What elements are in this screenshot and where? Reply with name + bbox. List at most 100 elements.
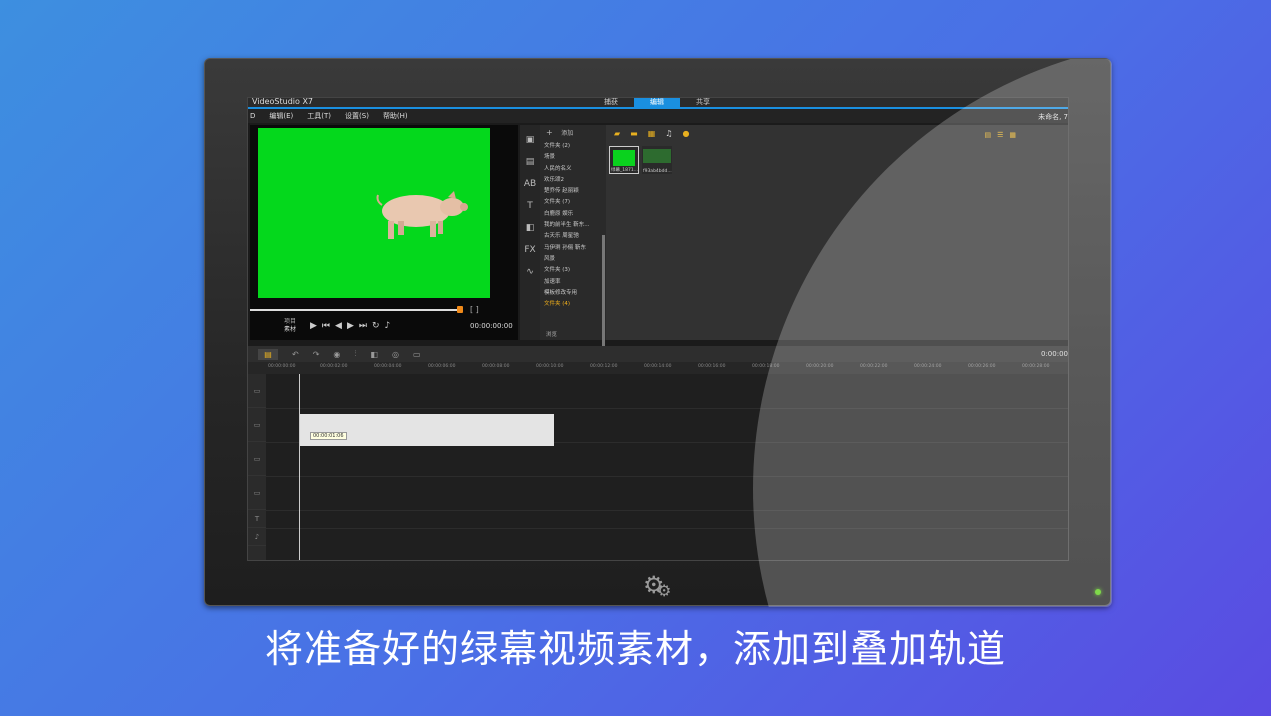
tab-edit[interactable]: 编辑 [634, 98, 680, 107]
add-folder-button[interactable]: + [546, 128, 553, 137]
folder-item[interactable]: 加速率 [540, 277, 606, 288]
photo-filter-icon[interactable]: ▦ [648, 129, 656, 138]
folder-item[interactable]: 模板修改专用 [540, 288, 606, 299]
add-label[interactable]: 添加 [561, 130, 573, 137]
audio-filter-icon[interactable]: ♫ [665, 129, 672, 138]
track-row[interactable] [266, 476, 1068, 477]
caption-text: 将准备好的绿幕视频素材，添加到叠加轨道 [264, 627, 1006, 671]
preview-player: [ ] 项目 素材 ▶ ⏮ ◀ ▶ ⏭ ↻ ♪ 00:00:00:00 [250, 125, 518, 340]
step-forward-icon[interactable]: ▶ [347, 321, 354, 331]
thumb-label: 绿幕_1871... [611, 168, 638, 173]
track-row[interactable] [266, 510, 1068, 511]
media-icon[interactable]: ▣ [523, 135, 537, 147]
folder-item[interactable]: 楚乔传 赵丽颖 [540, 186, 606, 197]
project-clip-toggle[interactable]: 项目 素材 [284, 318, 296, 334]
timecode-display[interactable]: 00:00:00:00 [470, 322, 513, 330]
timeline-tracks: ▭ ▭ ▭ ▭ T ♪ 00:00:01:06 [248, 374, 1068, 560]
folder-item[interactable]: 文件夹 (2) [540, 141, 606, 152]
folder-item[interactable]: 白鹿原 娱乐 [540, 209, 606, 220]
skip-start-icon[interactable]: ⏮ [322, 321, 330, 331]
subtitle-icon[interactable]: ▭ [413, 350, 421, 359]
scrub-handle[interactable] [457, 306, 463, 313]
skip-end-icon[interactable]: ⏭ [359, 321, 367, 331]
repeat-icon[interactable]: ↻ [372, 321, 380, 331]
project-label[interactable]: 项目 [284, 318, 296, 326]
track-row[interactable] [266, 528, 1068, 529]
media-thumb[interactable]: f93ab4bdd... [642, 146, 672, 174]
video-filter-icon[interactable]: ▬ [630, 129, 638, 138]
overlay-track-icon[interactable]: ▭ [248, 442, 266, 476]
app-window: VideoStudio X7 捕获 编辑 共享 D 编辑(E) 工具(T) 设置… [247, 97, 1069, 561]
folder-icon[interactable]: ▰ [614, 129, 620, 138]
scrub-bar[interactable] [250, 309, 460, 311]
filter-icon[interactable]: FX [523, 245, 537, 257]
project-name: 未命名, 7 [1038, 113, 1068, 121]
overlay-track-icon[interactable]: ▭ [248, 476, 266, 510]
folder-item-selected[interactable]: 文件夹 (4) [540, 299, 606, 310]
thumb-label: f93ab4bdd... [643, 169, 672, 174]
menu-item-help[interactable]: 帮助(H) [383, 111, 408, 121]
auto-music-icon[interactable]: ◧ [370, 350, 378, 359]
timeline-ruler[interactable]: 00:00:00:00 00:00:02:00 00:00:04:00 00:0… [248, 362, 1068, 374]
library-folders: + 添加 文件夹 (2) 场景 人民的名义 欢乐颂2 楚乔传 赵丽颖 文件夹 (… [540, 125, 606, 347]
media-thumb-selected[interactable]: 绿幕_1871... [609, 146, 639, 174]
folder-item[interactable]: 文件夹 (3) [540, 265, 606, 276]
playhead[interactable] [299, 374, 300, 560]
folder-item[interactable]: 我的前半生 靳东... [540, 220, 606, 231]
timeline-view-button[interactable]: ▤ [258, 348, 278, 360]
track-headers: ▭ ▭ ▭ ▭ T ♪ [248, 374, 266, 560]
menu-item-file[interactable]: D [250, 112, 255, 120]
browse-button[interactable]: 浏览 [546, 330, 557, 338]
record-icon[interactable]: ◉ [333, 350, 340, 359]
step-back-icon[interactable]: ◀ [335, 321, 342, 331]
transition-icon[interactable]: AB [523, 179, 537, 191]
instant-project-icon[interactable]: ▤ [523, 157, 537, 169]
media-thumbnails: ▰ ▬ ▦ ♫ ● ▤ ☰ ▦ 绿幕_1871... f93ab4bdd... [606, 125, 1068, 340]
clip-label[interactable]: 素材 [284, 326, 296, 333]
grid-view-icon[interactable]: ▦ [1009, 131, 1016, 139]
voice-track-icon[interactable]: ♪ [248, 528, 266, 546]
tab-capture[interactable]: 捕获 [588, 98, 634, 107]
folder-item[interactable]: 古天乐 周星驰 [540, 231, 606, 242]
list-view-icon[interactable]: ▤ [984, 131, 991, 139]
folder-item[interactable]: 马伊琍 孙俪 靳东 [540, 243, 606, 254]
player-controls: ▶ ⏮ ◀ ▶ ⏭ ↻ ♪ [310, 321, 390, 331]
folder-item[interactable]: 人民的名义 [540, 164, 606, 175]
overlay-track-icon[interactable]: ▭ [248, 408, 266, 442]
detail-view-icon[interactable]: ☰ [997, 131, 1003, 139]
menu-item-tools[interactable]: 工具(T) [307, 111, 331, 121]
play-icon[interactable]: ▶ [310, 321, 317, 331]
web-icon[interactable]: ● [682, 129, 689, 138]
graphic-icon[interactable]: ◧ [523, 223, 537, 235]
folder-item[interactable]: 场景 [540, 152, 606, 163]
undo-icon[interactable]: ↶ [292, 350, 299, 359]
folder-item[interactable]: 风景 [540, 254, 606, 265]
monitor-frame: VideoStudio X7 捕获 编辑 共享 D 编辑(E) 工具(T) 设置… [204, 58, 1112, 607]
timeline-toolbar: ▤ ↶ ↷ ◉ ⫶ ◧ ◎ ▭ 0:00:00 [248, 346, 1068, 362]
title-icon[interactable]: T [523, 201, 537, 213]
tab-share[interactable]: 共享 [680, 98, 726, 107]
folder-scrollbar[interactable] [602, 235, 605, 347]
mark-brackets[interactable]: [ ] [470, 305, 479, 314]
folder-item[interactable]: 欢乐颂2 [540, 175, 606, 186]
ruler-tick: 00:00:14:00 [644, 364, 672, 369]
folder-item[interactable]: 文件夹 (7) [540, 197, 606, 208]
path-icon[interactable]: ∿ [523, 267, 537, 279]
ruler-tick: 00:00:04:00 [374, 364, 402, 369]
redo-icon[interactable]: ↷ [313, 350, 320, 359]
ruler-tick: 00:00:06:00 [428, 364, 456, 369]
clip-tooltip: 00:00:01:06 [310, 432, 347, 440]
title-track-icon[interactable]: T [248, 510, 266, 528]
ruler-tick: 00:00:22:00 [860, 364, 888, 369]
track-row[interactable] [266, 408, 1068, 409]
video-track-icon[interactable]: ▭ [248, 374, 266, 408]
motion-track-icon[interactable]: ◎ [392, 350, 399, 359]
menu-bar: D 编辑(E) 工具(T) 设置(S) 帮助(H) 未命名, 7 [248, 109, 1068, 123]
menu-item-settings[interactable]: 设置(S) [345, 111, 369, 121]
volume-icon[interactable]: ♪ [385, 321, 391, 331]
view-options: ▤ ☰ ▦ [984, 131, 1016, 139]
overlay-clip[interactable] [300, 414, 554, 446]
timeline-duration: 0:00:00 [1041, 350, 1068, 358]
menu-item-edit[interactable]: 编辑(E) [269, 111, 293, 121]
audio-mixer-icon[interactable]: ⫶ [354, 349, 356, 359]
